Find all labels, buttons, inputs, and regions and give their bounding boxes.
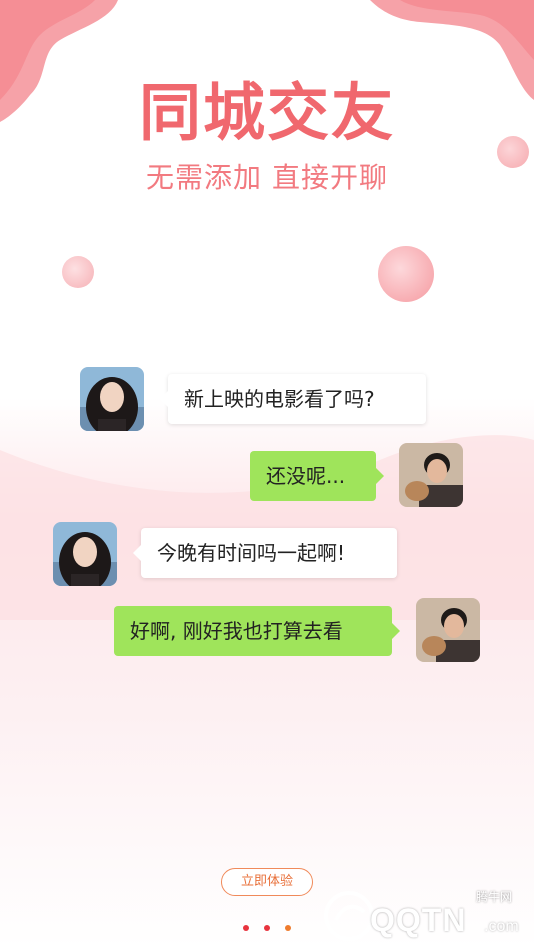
try-now-button[interactable]: 立即体验	[221, 868, 313, 896]
chat-message: 还没呢...	[250, 451, 384, 501]
chat-message: 好啊, 刚好我也打算去看	[114, 606, 400, 656]
avatar-male	[416, 598, 480, 662]
page-dot[interactable]	[243, 925, 249, 931]
chat-message: 今晚有时间吗一起啊!	[133, 528, 397, 578]
watermark-site-name: 腾牛网	[476, 890, 513, 904]
avatar-female	[80, 367, 144, 431]
bubble-circle-left	[62, 256, 94, 288]
watermark-logo-icon	[324, 891, 374, 941]
page-subtitle: 无需添加 直接开聊	[146, 161, 388, 194]
chat-message: 新上映的电影看了吗?	[160, 374, 426, 424]
avatar-female	[53, 522, 117, 586]
page-dot-active[interactable]	[285, 925, 291, 931]
bubble-circle-right-large	[378, 246, 434, 302]
avatar-male	[399, 443, 463, 507]
watermark-logo-text: QQTN	[370, 902, 467, 938]
page-dot[interactable]	[264, 925, 270, 931]
page-title: 同城交友	[138, 76, 395, 149]
watermark-suffix: .com	[484, 918, 519, 935]
watermark: QQTN .com 腾牛网	[324, 888, 530, 944]
